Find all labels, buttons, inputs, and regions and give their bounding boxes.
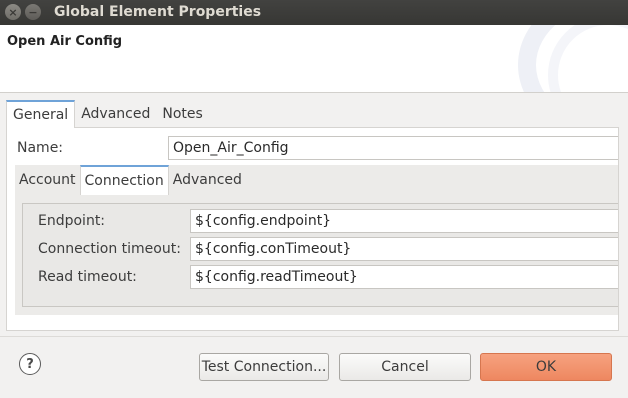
tab-notes[interactable]: Notes — [156, 100, 208, 128]
close-window-button[interactable]: × — [5, 4, 21, 20]
help-button[interactable]: ? — [19, 353, 41, 375]
tab-inner-advanced[interactable]: Advanced — [169, 165, 246, 195]
read-timeout-field[interactable]: ${config.readTimeout} — [190, 265, 618, 289]
connection-timeout-field[interactable]: ${config.conTimeout} — [190, 237, 618, 261]
ok-button[interactable]: OK — [480, 353, 612, 381]
tab-account[interactable]: Account — [15, 165, 80, 195]
window-titlebar: × − Global Element Properties — [0, 0, 628, 25]
endpoint-field[interactable]: ${config.endpoint} — [190, 209, 618, 233]
name-field[interactable]: Open_Air_Config — [168, 136, 618, 160]
tab-connection[interactable]: Connection — [79, 165, 169, 195]
name-label: Name: — [17, 140, 64, 156]
close-icon: × — [8, 5, 18, 19]
dialog-header: Open Air Config — [0, 25, 628, 92]
read-timeout-label: Read timeout: — [38, 269, 137, 285]
minimize-window-button[interactable]: − — [25, 4, 41, 20]
tab-general[interactable]: General — [6, 100, 76, 128]
footer-divider — [0, 336, 628, 337]
endpoint-label: Endpoint: — [38, 213, 106, 229]
connection-timeout-label: Connection timeout: — [38, 241, 181, 257]
minimize-icon: − — [28, 5, 38, 19]
dialog-title: Open Air Config — [7, 34, 123, 49]
inner-tab-bar: Account Connection Advanced — [15, 165, 246, 195]
cancel-button[interactable]: Cancel — [339, 353, 471, 381]
header-divider — [0, 92, 628, 93]
tab-advanced[interactable]: Advanced — [75, 100, 156, 128]
help-icon: ? — [26, 356, 34, 372]
outer-tab-bar: General Advanced Notes — [6, 100, 209, 128]
test-connection-button[interactable]: Test Connection... — [199, 353, 329, 381]
window-title: Global Element Properties — [54, 4, 262, 20]
